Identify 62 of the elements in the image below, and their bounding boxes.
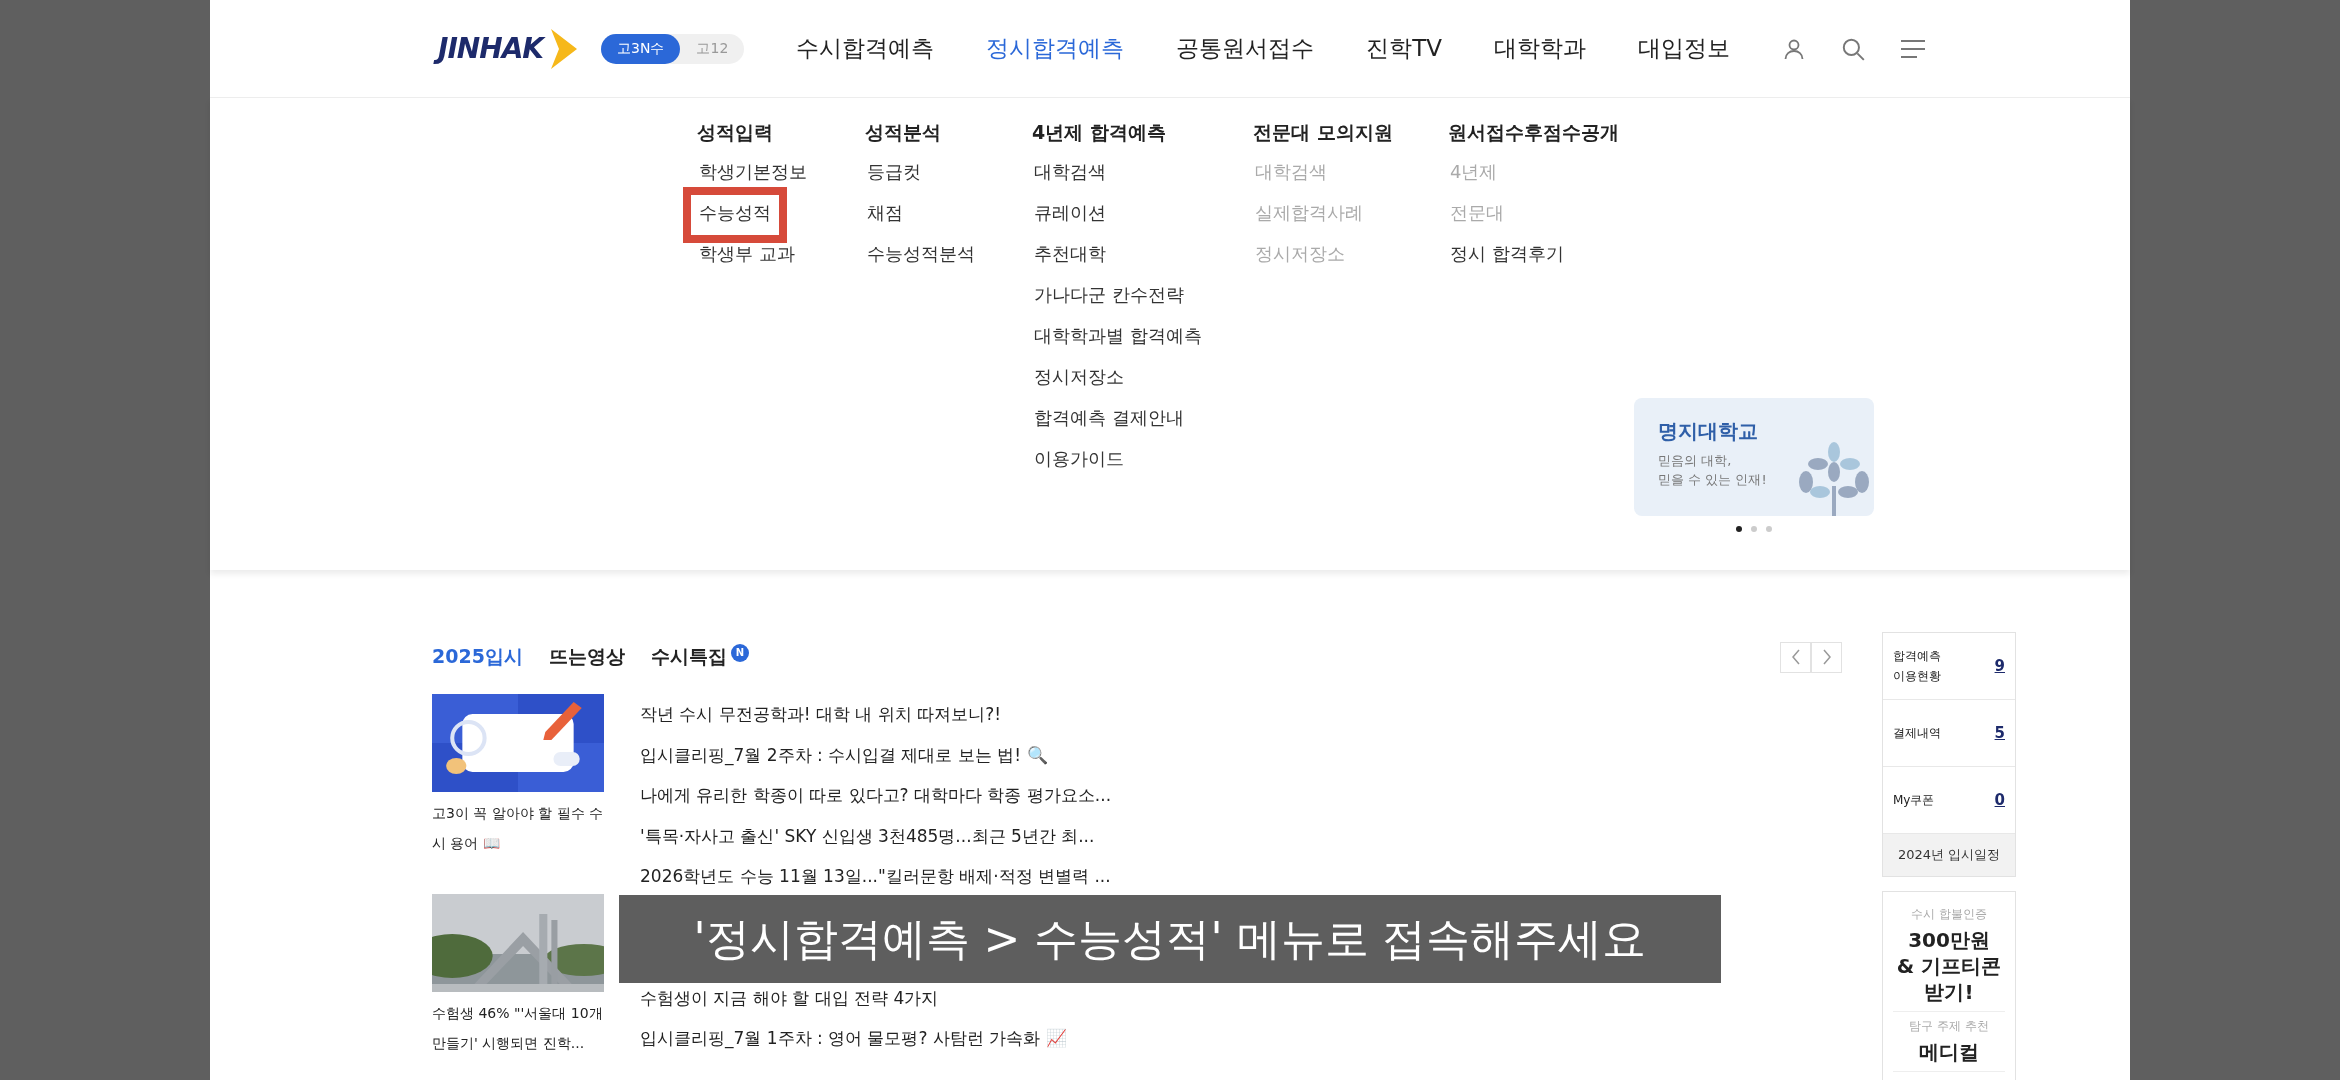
- menu-item[interactable]: 이용가이드: [1032, 447, 1126, 475]
- carousel-dot[interactable]: [1751, 526, 1757, 532]
- menu-item[interactable]: 가나다군 칸수전략: [1032, 283, 1186, 311]
- menu-item[interactable]: 학생기본정보: [697, 160, 809, 188]
- nav-link[interactable]: 공통원서접수: [1176, 33, 1315, 64]
- banner-title: 명지대학교: [1658, 418, 1759, 445]
- menu-heading: 성적입력: [697, 120, 773, 145]
- news-link[interactable]: 나에게 유리한 학종이 따로 있다고? 대학마다 학종 평가요소...: [640, 780, 1112, 810]
- stat-label: 결제내역: [1893, 725, 1941, 742]
- content-tab[interactable]: 2025입시: [432, 644, 523, 670]
- menu-heading: 전문대 모의지원: [1253, 120, 1393, 145]
- promo-label: 탐구 주제 추천: [1909, 1018, 1989, 1035]
- article-caption[interactable]: 고3이 꼭 알아야 할 필수 수시 용어 📖: [432, 798, 604, 858]
- banner-text: 믿을 수 있는 인재!: [1658, 471, 1768, 489]
- promo-label: 수시 합불인증: [1911, 906, 1987, 923]
- grade-option[interactable]: 고3N수: [601, 33, 681, 64]
- new-badge: N: [730, 644, 749, 662]
- menu-heading: 4년제 합격예측: [1032, 120, 1166, 145]
- banner-text: 믿음의 대학,: [1658, 452, 1733, 470]
- menu-item[interactable]: 합격예측 결제안내: [1032, 406, 1186, 434]
- nav-link[interactable]: 대학학과: [1494, 33, 1587, 64]
- carousel-dot[interactable]: [1766, 526, 1772, 532]
- nav-link[interactable]: 수시합격예측: [796, 33, 935, 64]
- stat-count[interactable]: 0: [1994, 791, 2005, 809]
- promo-headline[interactable]: 300만원 & 기프티콘 받기!: [1896, 927, 2002, 1005]
- ad-banner[interactable]: 명지대학교 믿음의 대학, 믿을 수 있는 인재!: [1634, 398, 1874, 516]
- video-caption: '정시합격예측 > 수능성적' 메뉴로 접속해주세요: [619, 895, 1721, 983]
- news-link[interactable]: 작년 수시 무전공학과! 대학 내 위치 따져보니?!: [640, 699, 1112, 729]
- menu-icon[interactable]: [1900, 38, 1927, 59]
- news-link[interactable]: 2026학년도 수능 11월 13일..."킬러문항 배제·적정 변별력 ...: [640, 861, 1112, 891]
- menu-item[interactable]: 정시 합격후기: [1448, 242, 1566, 270]
- stat-label: My쿠폰: [1893, 792, 1935, 809]
- menu-heading: 원서접수후점수공개: [1448, 120, 1619, 145]
- schedule-link[interactable]: 2024년 입시일정: [1883, 834, 2015, 876]
- chevron-left-icon: [1790, 649, 1801, 665]
- content-tab[interactable]: 뜨는영상: [548, 644, 625, 670]
- stat-count[interactable]: 9: [1994, 657, 2005, 675]
- menu-item[interactable]: 대학검색: [1032, 160, 1108, 188]
- menu-item[interactable]: 추천대학: [1032, 242, 1108, 270]
- menu-item[interactable]: 정시저장소: [1032, 365, 1126, 393]
- news-link[interactable]: 입시클리핑_7월 1주차 : 영어 물모평? 사탐런 가속화 📈: [640, 1023, 1112, 1053]
- chevron-right-icon: [1821, 649, 1832, 665]
- promo-headline[interactable]: 메디컬: [1919, 1039, 1979, 1065]
- logo[interactable]: JINHAK: [432, 28, 554, 69]
- menu-item[interactable]: 큐레이션: [1032, 201, 1108, 229]
- nav-link[interactable]: 대입정보: [1638, 33, 1731, 64]
- menu-item[interactable]: 수능성적분석: [865, 242, 977, 270]
- menu-item[interactable]: 학생부 교과: [697, 242, 797, 270]
- stat-label: 합격예측 이용현황: [1893, 648, 1941, 685]
- carousel-dot[interactable]: [1736, 526, 1742, 532]
- article-caption[interactable]: 수험생 46% "'서울대 10개 만들기' 시행되면 진학...: [432, 998, 604, 1058]
- menu-item[interactable]: 대학학과별 합격예측: [1032, 324, 1204, 352]
- menu-item[interactable]: 채점: [865, 201, 905, 229]
- news-link[interactable]: '특목·자사고 출신' SKY 신입생 3천485명...최근 5년간 최...: [640, 820, 1112, 851]
- news-link[interactable]: 수험생이 지금 해야 할 대입 전략 4가지: [640, 982, 1112, 1013]
- menu-heading: 성적분석: [865, 120, 941, 145]
- content-tab[interactable]: 수시특집 $^{N}$: [650, 644, 749, 670]
- menu-item[interactable]: 등급컷: [865, 160, 923, 188]
- news-link[interactable]: 입시클리핑_7월 2주차 : 수시입결 제대로 보는 법! 🔍: [640, 739, 1112, 770]
- nav-link[interactable]: 진학TV: [1366, 33, 1443, 64]
- stat-count[interactable]: 5: [1994, 724, 2005, 742]
- nav-link[interactable]: 정시합격예측: [986, 33, 1125, 64]
